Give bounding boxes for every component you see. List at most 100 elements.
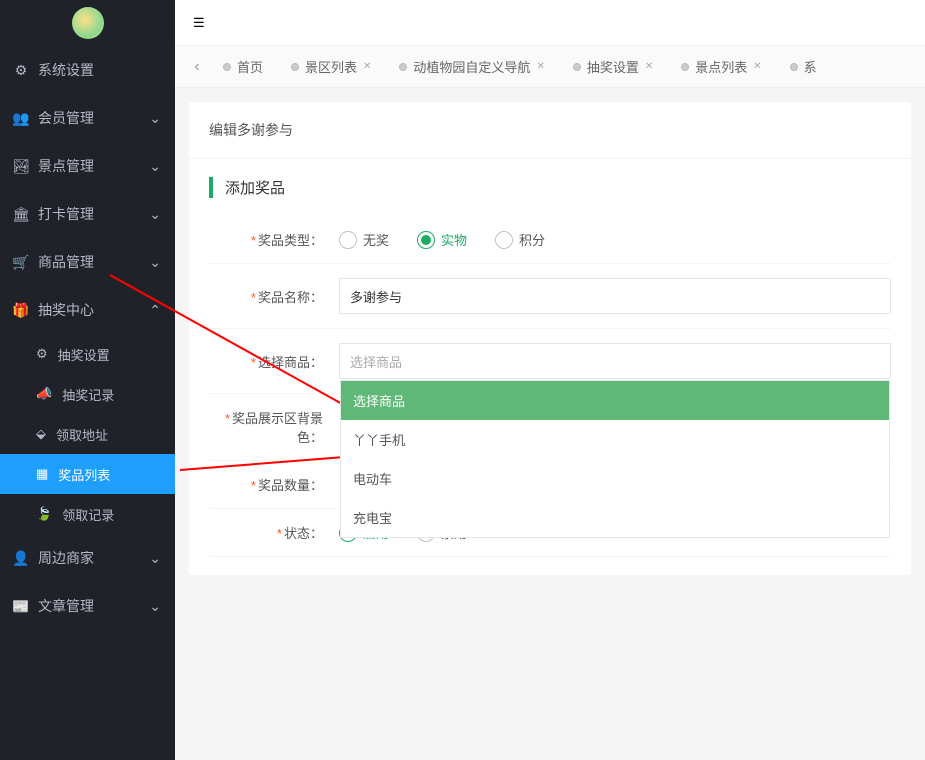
dropdown-product: 选择商品 丫丫手机 电动车 充电宝: [340, 380, 890, 538]
close-icon[interactable]: ✕: [536, 61, 544, 72]
nav-label: 周边商家: [38, 548, 94, 568]
nav-sub-label: 领取记录: [62, 505, 114, 524]
gear-icon: ⚙: [36, 346, 48, 362]
dropdown-option-placeholder[interactable]: 选择商品: [341, 381, 889, 420]
nav-label: 商品管理: [38, 252, 94, 272]
select-product[interactable]: 选择商品 选择商品 丫丫手机 电动车 充电宝: [339, 343, 891, 379]
logo: [0, 0, 175, 46]
label-status: *状态：: [209, 523, 339, 542]
dot-icon: [223, 63, 231, 71]
tab-lottery-settings[interactable]: 抽奖设置 ✕: [559, 54, 667, 80]
radio-icon: [495, 231, 513, 249]
tab-label: 景点列表: [695, 57, 747, 76]
nav-sub-pickup-address[interactable]: ⬙ 领取地址: [0, 414, 175, 454]
dropdown-option-yy-phone[interactable]: 丫丫手机: [341, 420, 889, 459]
nav-label: 会员管理: [38, 108, 94, 128]
building-icon: 🏛: [14, 206, 28, 223]
tab-scenic-list-2[interactable]: 景点列表 ✕: [667, 54, 775, 80]
nav-label: 文章管理: [38, 596, 94, 616]
tab-scroll-left[interactable]: ‹: [185, 58, 209, 76]
leaf-icon: 🍃: [36, 506, 52, 522]
tab-label: 首页: [237, 57, 263, 76]
label-select-product: *选择商品：: [209, 352, 339, 371]
nav-scenic-management[interactable]: 🏞 景点管理 ⌄: [0, 142, 175, 190]
nav-goods-management[interactable]: 🛒 商品管理 ⌄: [0, 238, 175, 286]
gift-icon: 🎁: [14, 302, 28, 319]
label-prize-name: *奖品名称：: [209, 287, 339, 306]
cart-icon: 🛒: [14, 254, 28, 271]
tab-scenic-list[interactable]: 景区列表 ✕: [277, 54, 385, 80]
nav-sub-lottery-settings[interactable]: ⚙ 抽奖设置: [0, 334, 175, 374]
content-area: 编辑多谢参与 添加奖品 *奖品类型： 无奖 实物 积分: [175, 88, 925, 760]
radio-checked-icon: [417, 231, 435, 249]
dot-icon: [291, 63, 299, 71]
gear-icon: ⚙: [14, 62, 28, 79]
radio-physical[interactable]: 实物: [417, 230, 467, 249]
users-icon: 👥: [14, 110, 28, 127]
tab-label: 景区列表: [305, 57, 357, 76]
nav-label: 景点管理: [38, 156, 94, 176]
section-title: 添加奖品: [209, 177, 891, 198]
close-icon[interactable]: ✕: [363, 61, 371, 72]
tab-label: 系: [804, 57, 817, 76]
nav-article-management[interactable]: 📰 文章管理 ⌄: [0, 582, 175, 630]
nav-lottery-center[interactable]: 🎁 抽奖中心 ⌃: [0, 286, 175, 334]
nav-sub-claim-records[interactable]: 🍃 领取记录: [0, 494, 175, 534]
label-prize-type: *奖品类型：: [209, 230, 339, 249]
nav-checkin-management[interactable]: 🏛 打卡管理 ⌄: [0, 190, 175, 238]
dot-icon: [573, 63, 581, 71]
megaphone-icon: 📣: [36, 386, 52, 402]
logo-image: [72, 7, 104, 39]
radio-icon: [339, 231, 357, 249]
radio-label: 积分: [519, 230, 545, 249]
nav-sub-label: 抽奖记录: [62, 385, 114, 404]
landscape-icon: 🏞: [14, 158, 28, 175]
nav-label: 系统设置: [38, 60, 94, 80]
chevron-down-icon: ⌄: [149, 550, 161, 567]
nav-label: 抽奖中心: [38, 300, 94, 320]
nav-nearby-merchants[interactable]: 👤 周边商家 ⌄: [0, 534, 175, 582]
calendar-icon: ▦: [36, 466, 48, 482]
panel: 编辑多谢参与 添加奖品 *奖品类型： 无奖 实物 积分: [189, 102, 911, 575]
tab-partial[interactable]: 系: [776, 54, 831, 80]
chevron-down-icon: ⌄: [149, 598, 161, 615]
map-marker-icon: ⬙: [36, 426, 46, 442]
row-select-product: *选择商品： 选择商品 选择商品 丫丫手机 电动车 充电宝: [209, 329, 891, 394]
input-prize-name[interactable]: [339, 278, 891, 314]
topbar: ☰: [175, 0, 925, 46]
tab-label: 抽奖设置: [587, 57, 639, 76]
chevron-down-icon: ⌄: [149, 158, 161, 175]
nav-member-management[interactable]: 👥 会员管理 ⌄: [0, 94, 175, 142]
tab-zoo-navigation[interactable]: 动植物园自定义导航 ✕: [385, 54, 558, 80]
label-bgcolor: *奖品展示区背景色：: [209, 408, 339, 446]
sidebar: ⚙ 系统设置 👥 会员管理 ⌄ 🏞 景点管理 ⌄ 🏛 打卡管理 ⌄ 🛒 商品管理…: [0, 0, 175, 760]
radio-points[interactable]: 积分: [495, 230, 545, 249]
dot-icon: [681, 63, 689, 71]
nav-sub-label: 奖品列表: [58, 465, 110, 484]
user-icon: 👤: [14, 550, 28, 567]
chevron-down-icon: ⌄: [149, 110, 161, 127]
tab-label: 动植物园自定义导航: [413, 57, 530, 76]
nav-sub-lottery-records[interactable]: 📣 抽奖记录: [0, 374, 175, 414]
label-quantity: *奖品数量：: [209, 475, 339, 494]
row-prize-type: *奖品类型： 无奖 实物 积分: [209, 216, 891, 264]
hamburger-icon[interactable]: ☰: [193, 15, 205, 31]
nav-sub-label: 抽奖设置: [58, 345, 110, 364]
nav-sub-prize-list[interactable]: ▦ 奖品列表: [0, 454, 175, 494]
tab-home[interactable]: 首页: [209, 54, 277, 80]
dot-icon: [399, 63, 407, 71]
dot-icon: [790, 63, 798, 71]
dropdown-option-ebike[interactable]: 电动车: [341, 459, 889, 498]
close-icon[interactable]: ✕: [645, 61, 653, 72]
dropdown-option-powerbank[interactable]: 充电宝: [341, 498, 889, 537]
nav-sub-label: 领取地址: [56, 425, 108, 444]
nav-system-settings[interactable]: ⚙ 系统设置: [0, 46, 175, 94]
row-prize-name: *奖品名称：: [209, 264, 891, 329]
news-icon: 📰: [14, 598, 28, 615]
nav-label: 打卡管理: [38, 204, 94, 224]
chevron-up-icon: ⌃: [149, 302, 161, 319]
radio-no-prize[interactable]: 无奖: [339, 230, 389, 249]
tabbar: ‹ 首页 景区列表 ✕ 动植物园自定义导航 ✕ 抽奖设置 ✕ 景点列表 ✕ 系: [175, 46, 925, 88]
radio-label: 无奖: [363, 230, 389, 249]
close-icon[interactable]: ✕: [753, 61, 761, 72]
